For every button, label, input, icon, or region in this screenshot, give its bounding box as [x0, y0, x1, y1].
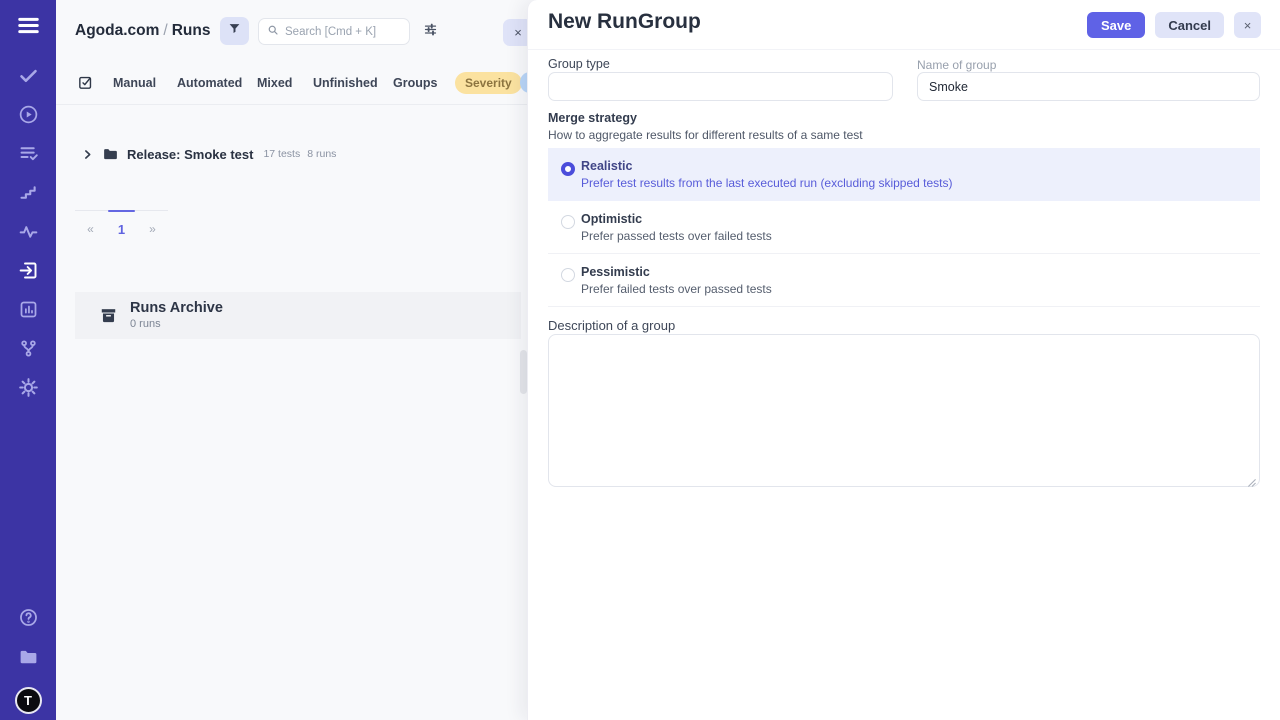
chevron-right-icon[interactable]: [81, 146, 97, 162]
pagination-prev[interactable]: «: [75, 211, 106, 237]
bar-chart-icon: [18, 299, 39, 325]
drawer-header: New RunGroup Save Cancel ×: [528, 0, 1280, 50]
filter-button[interactable]: [220, 17, 249, 45]
cancel-button[interactable]: Cancel: [1155, 12, 1224, 38]
archive-title: Runs Archive: [130, 301, 223, 317]
tab-automated[interactable]: Automated: [177, 76, 242, 90]
merge-strategy-label: Merge strategy: [548, 111, 637, 125]
sidebar-item-analytics[interactable]: [0, 292, 56, 331]
sign-in-icon: [18, 260, 39, 286]
option-description: Prefer test results from the last execut…: [581, 176, 953, 190]
folder-icon: [18, 647, 39, 673]
option-title: Realistic: [581, 159, 632, 173]
search-icon: [267, 23, 279, 41]
merge-option-optimistic[interactable]: Optimistic Prefer passed tests over fail…: [548, 201, 1260, 254]
option-title: Pessimistic: [581, 265, 650, 279]
pagination-page-1[interactable]: 1: [106, 211, 137, 237]
option-title: Optimistic: [581, 212, 642, 226]
adjustments-button[interactable]: [418, 20, 442, 44]
tab-unfinished[interactable]: Unfinished: [313, 76, 378, 90]
save-button[interactable]: Save: [1087, 12, 1145, 38]
sidebar-item-account[interactable]: T: [0, 680, 56, 720]
steps-icon: [18, 182, 39, 208]
drawer-close-button[interactable]: ×: [1234, 12, 1261, 38]
breadcrumb: Agoda.com/Runs: [75, 22, 210, 40]
description-field-wrap: [548, 334, 1260, 487]
tab-mixed[interactable]: Mixed: [257, 76, 292, 90]
sidebar-item-activity[interactable]: [0, 214, 56, 253]
runs-count: 8 runs: [307, 148, 336, 160]
close-icon: ×: [514, 25, 522, 40]
avatar: T: [15, 687, 42, 714]
menu-button[interactable]: [0, 6, 56, 50]
archive-text: Runs Archive 0 runs: [130, 301, 223, 331]
run-group-row[interactable]: Release: Smoke test 17 tests 8 runs: [68, 140, 515, 168]
runs-panel: Agoda.com/Runs × Manual Automated Mixed …: [56, 0, 527, 720]
select-all-icon[interactable]: [77, 74, 94, 96]
archive-subtitle: 0 runs: [130, 318, 223, 330]
severity-badge[interactable]: Severity: [455, 72, 522, 94]
filter-tabs: Manual Automated Mixed Unfinished Groups…: [56, 70, 527, 97]
sidebar-item-settings[interactable]: [0, 370, 56, 409]
header-actions: Save Cancel ×: [1087, 12, 1261, 38]
breadcrumb-project[interactable]: Agoda.com: [75, 22, 159, 39]
tab-groups[interactable]: Groups: [393, 76, 437, 90]
breadcrumb-page[interactable]: Runs: [172, 22, 211, 39]
sidebar-item-help[interactable]: [0, 600, 56, 640]
option-description: Prefer passed tests over failed tests: [581, 229, 772, 243]
sidebar-item-tests[interactable]: [0, 58, 56, 97]
sidebar: T: [0, 0, 56, 720]
sidebar-item-plans[interactable]: [0, 136, 56, 175]
name-of-group-input[interactable]: [917, 72, 1260, 101]
group-type-input[interactable]: [548, 72, 893, 101]
runs-archive-row[interactable]: Runs Archive 0 runs: [75, 292, 521, 339]
sidebar-item-entry[interactable]: [0, 253, 56, 292]
sliders-icon: [423, 22, 438, 42]
description-textarea[interactable]: [548, 334, 1260, 487]
tests-count: 17 tests: [263, 148, 300, 160]
group-type-label: Group type: [548, 57, 610, 71]
breadcrumb-separator: /: [159, 22, 171, 39]
sidebar-item-milestones[interactable]: [0, 175, 56, 214]
merge-option-realistic[interactable]: Realistic Prefer test results from the l…: [548, 148, 1260, 201]
panel-resize-handle[interactable]: [520, 350, 527, 394]
radio-unselected-icon[interactable]: [561, 215, 575, 229]
radio-selected-icon[interactable]: [561, 162, 575, 176]
merge-strategy-hint: How to aggregate results for different r…: [548, 128, 863, 142]
tabs-divider: [56, 104, 527, 105]
play-circle-icon: [18, 104, 39, 130]
folder-icon: [102, 146, 119, 163]
merge-strategy-options: Realistic Prefer test results from the l…: [548, 148, 1260, 307]
pagination: « 1 »: [75, 210, 168, 237]
run-group-title[interactable]: Release: Smoke test: [127, 147, 253, 162]
new-rungroup-drawer: New RunGroup Save Cancel × Group type Na…: [527, 0, 1280, 720]
help-circle-icon: [18, 607, 39, 633]
name-of-group-label: Name of group: [917, 58, 996, 72]
search-box: [258, 18, 410, 45]
page-title: New RunGroup: [548, 10, 701, 34]
gear-icon: [18, 377, 39, 403]
archive-box-icon: [99, 306, 118, 325]
sidebar-item-projects[interactable]: [0, 640, 56, 680]
search-input[interactable]: [285, 26, 401, 38]
panel-close-button[interactable]: ×: [503, 19, 527, 46]
sidebar-item-branches[interactable]: [0, 331, 56, 370]
radio-unselected-icon[interactable]: [561, 268, 575, 282]
clipped-badge[interactable]: [520, 72, 527, 93]
option-description: Prefer failed tests over passed tests: [581, 282, 772, 296]
hamburger-icon: [18, 15, 39, 41]
merge-option-pessimistic[interactable]: Pessimistic Prefer failed tests over pas…: [548, 254, 1260, 307]
description-label: Description of a group: [548, 318, 675, 333]
check-icon: [18, 65, 39, 91]
app-root: T Agoda.com/Runs × Manual Automated Mixe…: [0, 0, 1280, 720]
pagination-next[interactable]: »: [137, 211, 168, 237]
sidebar-item-runs[interactable]: [0, 97, 56, 136]
tab-manual[interactable]: Manual: [113, 76, 156, 90]
funnel-icon: [228, 22, 241, 40]
list-check-icon: [18, 143, 39, 169]
git-branch-icon: [18, 338, 39, 364]
activity-pulse-icon: [18, 221, 39, 247]
